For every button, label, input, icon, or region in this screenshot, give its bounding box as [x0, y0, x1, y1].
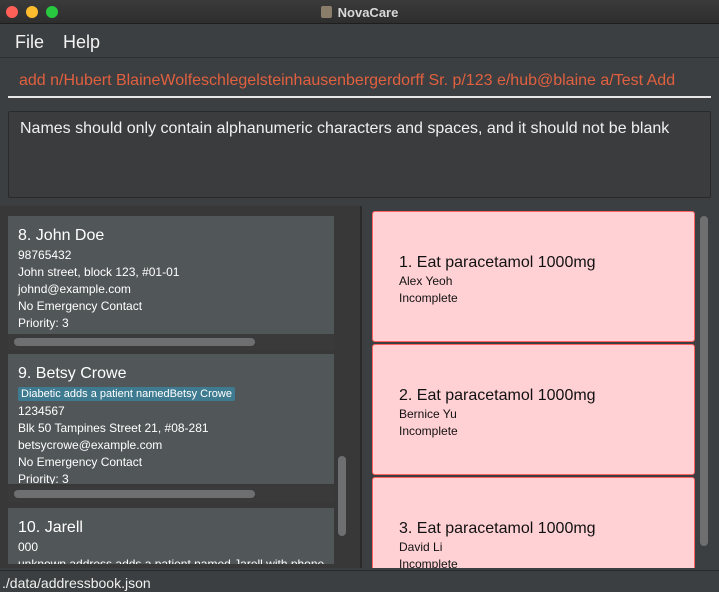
task-card[interactable]: 3. Eat paracetamol 1000mg David Li Incom…: [372, 477, 695, 568]
command-input-value: add n/Hubert BlaineWolfeschlegelsteinhau…: [19, 72, 676, 89]
person-priority: Priority: 3: [18, 316, 69, 330]
task-status: Incomplete: [399, 291, 458, 305]
hscroll-thumb[interactable]: [14, 338, 255, 346]
task-list[interactable]: 1. Eat paracetamol 1000mg Alex Yeoh Inco…: [370, 211, 697, 568]
person-tag: Diabetic adds a patient namedBetsy Crowe: [18, 387, 235, 401]
task-status: Incomplete: [399, 424, 458, 438]
task-status: Incomplete: [399, 557, 458, 568]
result-message: Names should only contain alphanumeric c…: [20, 120, 670, 137]
person-name: 9. Betsy Crowe: [18, 365, 127, 382]
person-list-panel: 8. John Doe 98765432 John street, block …: [0, 206, 360, 568]
task-card-content: 1. Eat paracetamol 1000mg Alex Yeoh Inco…: [399, 253, 596, 307]
save-location: ./data/addressbook.json: [2, 575, 151, 591]
status-bar: ./data/addressbook.json: [0, 570, 719, 592]
task-card[interactable]: 2. Eat paracetamol 1000mg Bernice Yu Inc…: [372, 344, 695, 475]
person-email: betsycrowe@example.com: [18, 438, 163, 452]
task-title: 3. Eat paracetamol 1000mg: [399, 520, 596, 537]
task-patient: Bernice Yu: [399, 407, 457, 421]
task-card-content: 2. Eat paracetamol 1000mg Bernice Yu Inc…: [399, 386, 596, 440]
person-card-hscrollbar[interactable]: [8, 486, 334, 502]
menu-file[interactable]: File: [15, 32, 44, 53]
person-card[interactable]: 8. John Doe 98765432 John street, block …: [8, 216, 334, 334]
person-card-content: 8. John Doe 98765432 John street, block …: [18, 226, 179, 332]
menu-bar: File Help: [0, 24, 719, 58]
menu-help[interactable]: Help: [63, 32, 100, 53]
app-icon: [320, 6, 332, 18]
command-input[interactable]: add n/Hubert BlaineWolfeschlegelsteinhau…: [8, 62, 711, 98]
person-card-content: 9. Betsy Crowe Diabetic adds a patient n…: [18, 364, 235, 484]
person-card[interactable]: 10. Jarell 000 unknown address adds a pa…: [8, 508, 334, 564]
person-emergency-contact: No Emergency Contact: [18, 299, 143, 313]
task-title: 1. Eat paracetamol 1000mg: [399, 254, 596, 271]
task-card[interactable]: 1. Eat paracetamol 1000mg Alex Yeoh Inco…: [372, 211, 695, 342]
person-phone: 98765432: [18, 248, 72, 262]
person-email: johnd@example.com: [18, 282, 131, 296]
person-address: Blk 50 Tampines Street 21, #08-281: [18, 421, 209, 435]
task-list-vscrollbar[interactable]: [700, 216, 708, 546]
person-address: John street, block 123, #01-01: [18, 265, 180, 279]
task-title: 2. Eat paracetamol 1000mg: [399, 387, 596, 404]
title-bar: NovaCare: [0, 0, 719, 24]
task-patient: Alex Yeoh: [399, 274, 453, 288]
person-priority: Priority: 3: [18, 472, 69, 484]
person-phone: 000: [18, 540, 39, 554]
person-card-hscrollbar[interactable]: [8, 334, 334, 350]
person-phone: 1234567: [18, 404, 65, 418]
person-name: 8. John Doe: [18, 227, 105, 244]
person-card-content: 10. Jarell 000 unknown address adds a pa…: [18, 518, 324, 564]
window-title-wrap: NovaCare: [0, 0, 719, 24]
result-display[interactable]: Names should only contain alphanumeric c…: [8, 111, 711, 198]
person-list[interactable]: 8. John Doe 98765432 John street, block …: [8, 216, 334, 564]
task-list-panel: 1. Eat paracetamol 1000mg Alex Yeoh Inco…: [362, 206, 719, 568]
hscroll-thumb[interactable]: [14, 490, 255, 498]
task-card-content: 3. Eat paracetamol 1000mg David Li Incom…: [399, 519, 596, 568]
person-list-vscrollbar[interactable]: [338, 456, 346, 536]
person-emergency-contact: No Emergency Contact: [18, 455, 143, 469]
window-title: NovaCare: [337, 4, 399, 20]
task-patient: David Li: [399, 540, 443, 554]
person-address: unknown address adds a patient named Jar…: [18, 557, 325, 564]
person-card[interactable]: 9. Betsy Crowe Diabetic adds a patient n…: [8, 354, 334, 484]
person-name: 10. Jarell: [18, 519, 83, 536]
